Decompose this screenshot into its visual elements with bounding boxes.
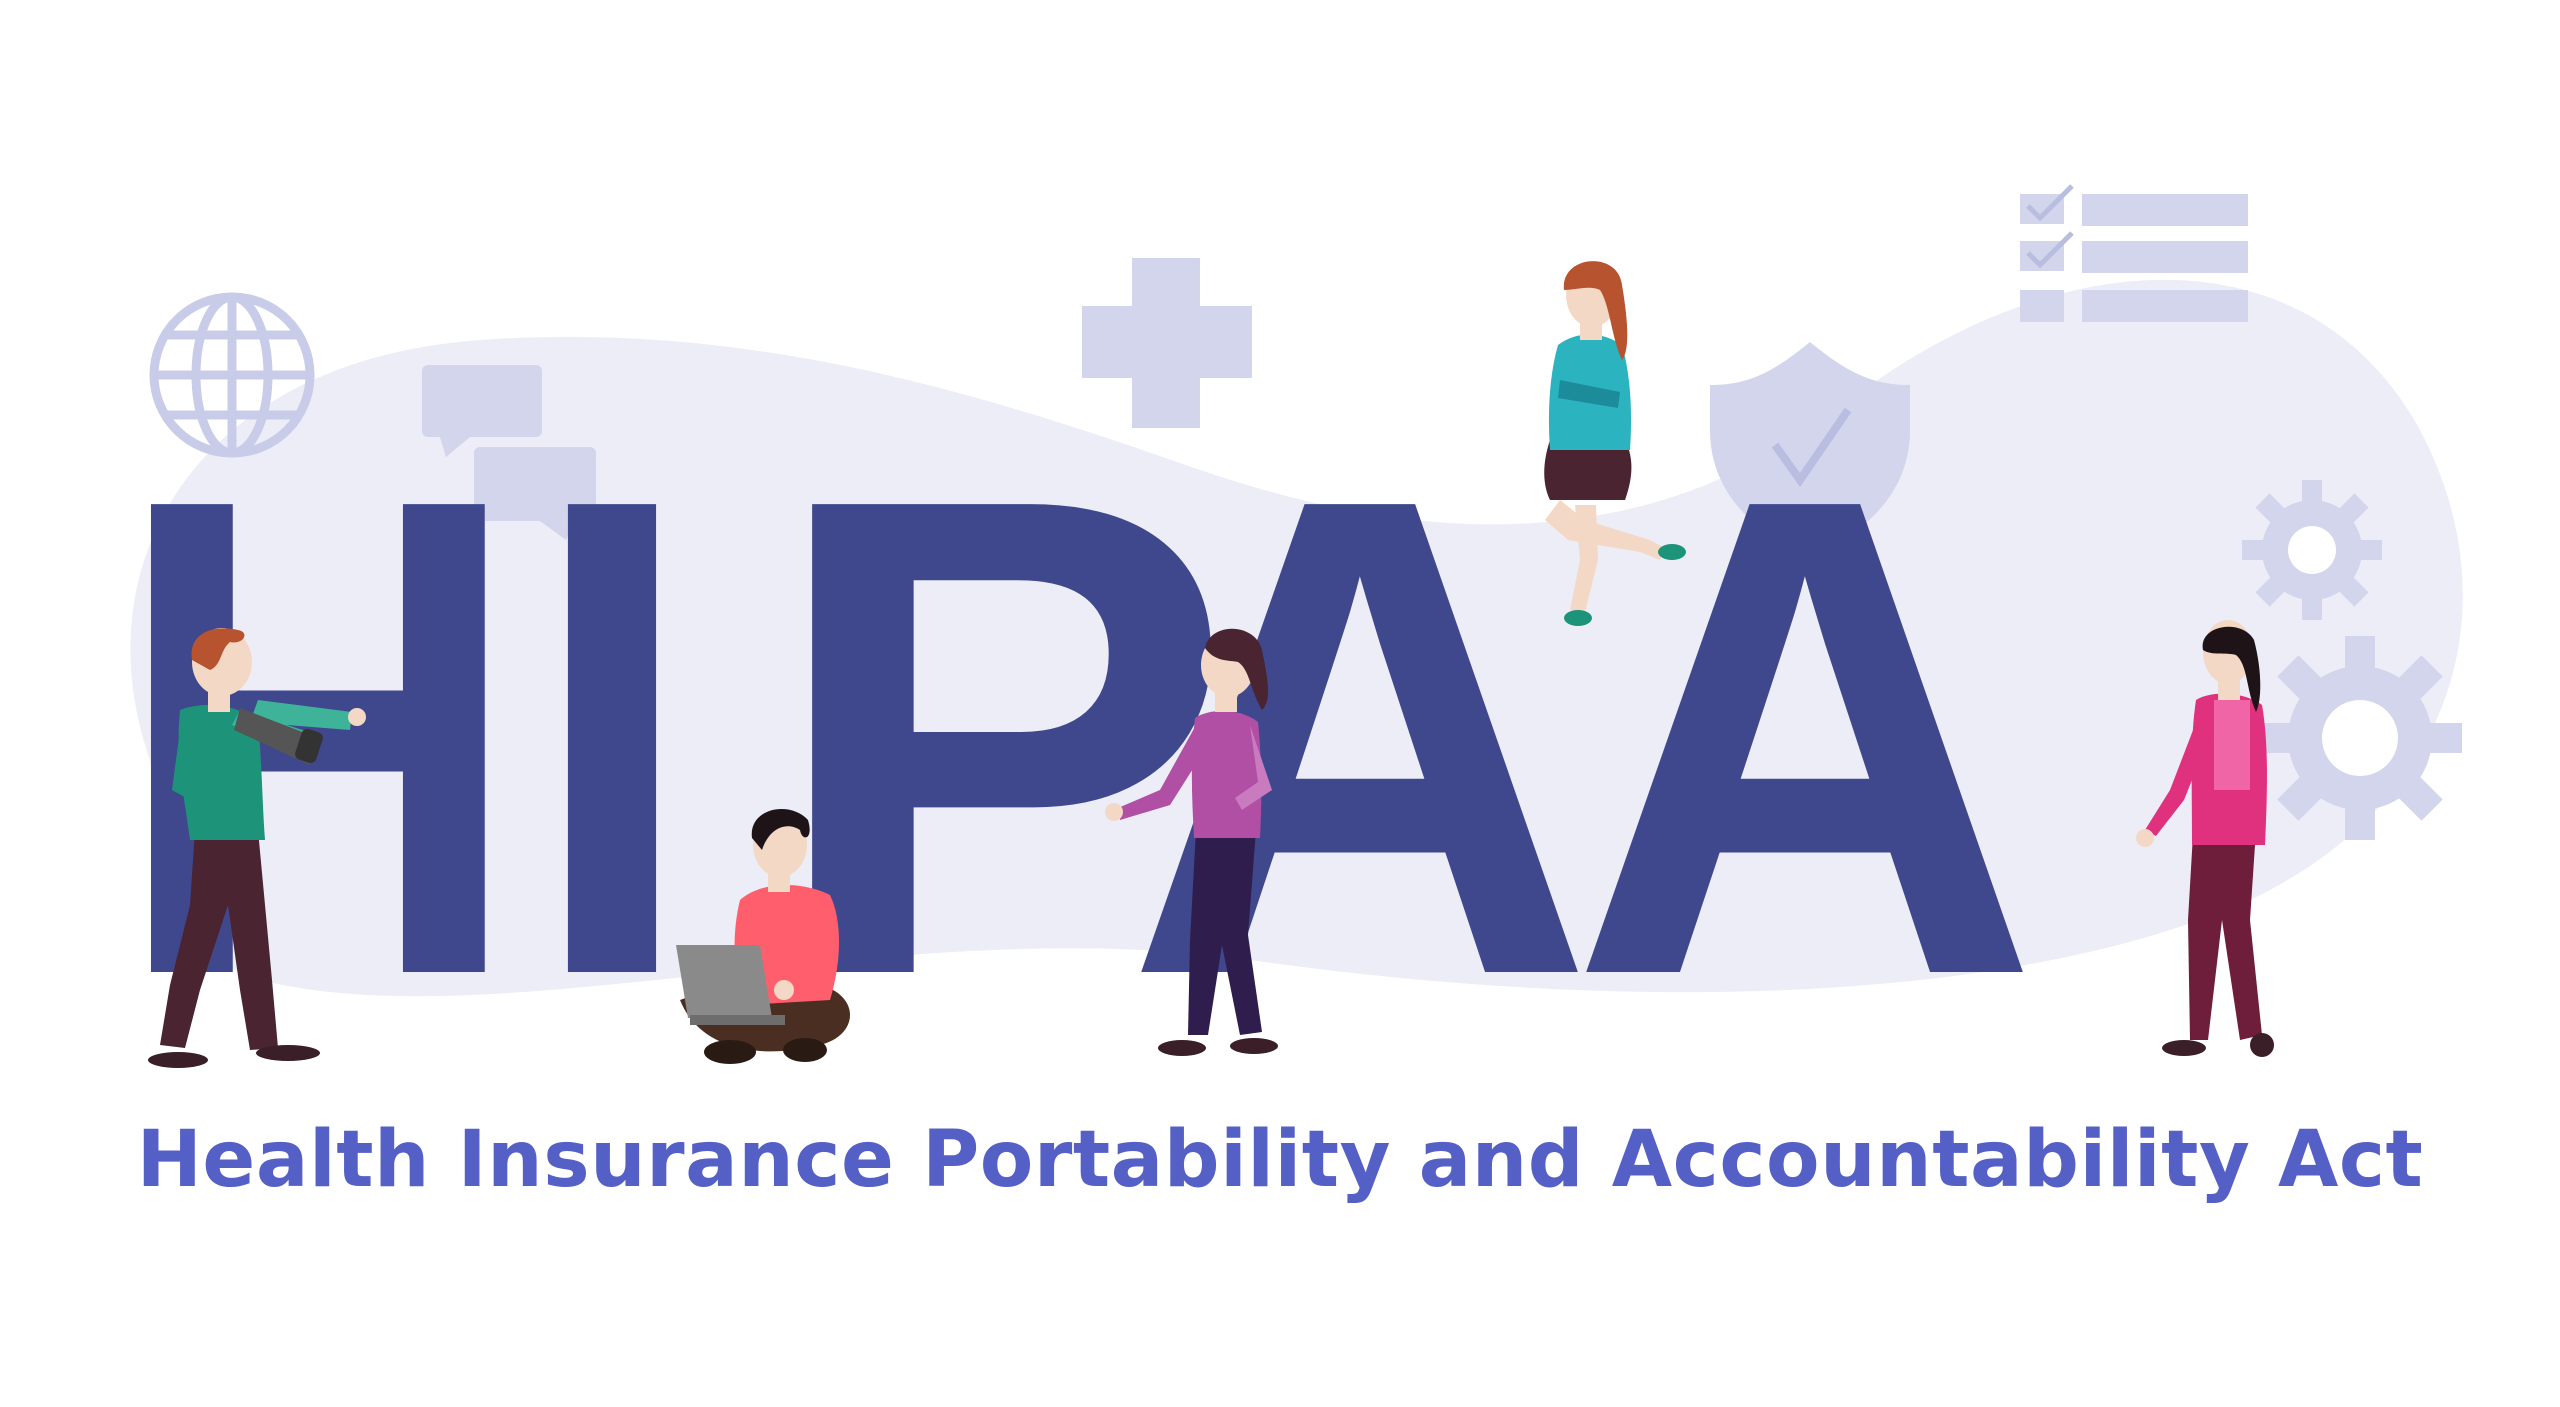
checklist-icon	[2020, 184, 2248, 322]
headline-letter-5: A	[1570, 357, 2040, 1117]
gear-icon	[2258, 636, 2462, 840]
hipaa-headline: H I PAA	[113, 357, 2040, 1117]
headline-letter-2: I	[527, 357, 697, 1117]
gear-icon	[2242, 480, 2382, 620]
subtitle: Health Insurance Portability and Account…	[136, 1115, 2424, 1205]
